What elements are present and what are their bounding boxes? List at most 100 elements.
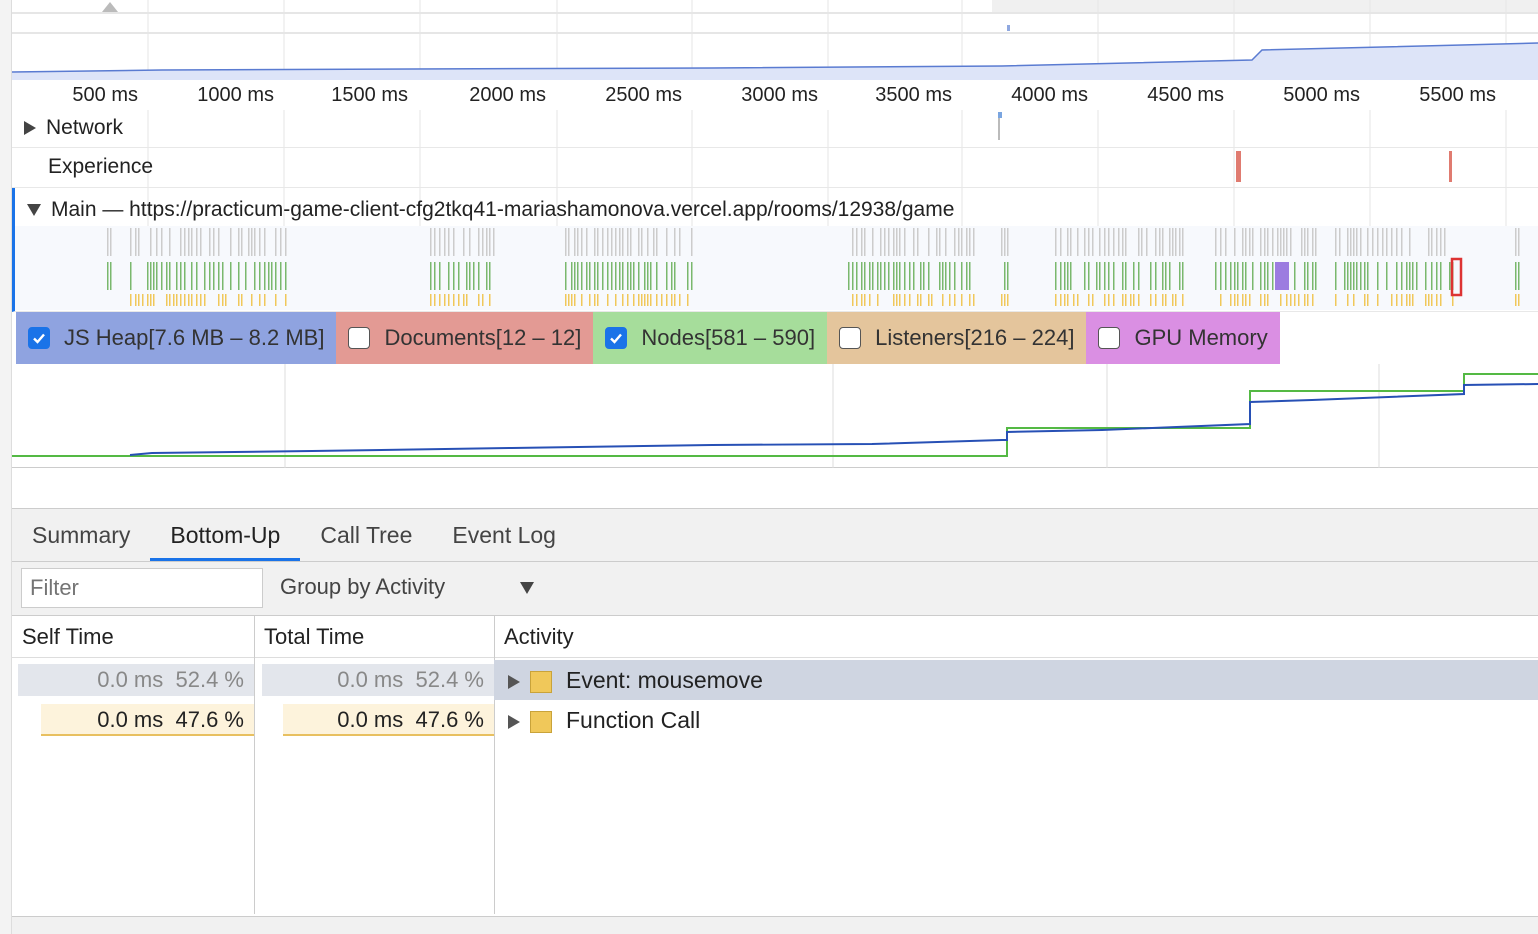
task-bar[interactable] [1215,228,1217,256]
task-bar[interactable] [1304,262,1306,290]
task-bar[interactable] [644,262,646,290]
task-bar[interactable] [196,262,198,290]
task-bar[interactable] [884,228,886,256]
task-bar[interactable] [1347,294,1349,306]
task-bar[interactable] [1155,294,1157,306]
task-bar[interactable] [430,228,432,256]
task-bar[interactable] [1234,228,1236,256]
task-bar[interactable] [568,294,570,306]
task-bar[interactable] [568,228,570,256]
task-bar[interactable] [285,294,287,306]
task-bar[interactable] [1179,228,1181,256]
task-bar[interactable] [1245,294,1247,306]
task-bar[interactable] [444,294,446,306]
task-bar[interactable] [1155,262,1157,290]
task-bar[interactable] [166,294,168,306]
task-bar[interactable] [893,262,895,290]
task-bar[interactable] [209,262,211,290]
task-bar[interactable] [666,228,668,256]
task-bar[interactable] [589,294,591,306]
task-bar[interactable] [1264,262,1266,290]
task-bar[interactable] [1055,262,1057,290]
task-bar[interactable] [594,294,596,306]
task-bar[interactable] [565,228,567,256]
task-bar[interactable] [200,228,202,256]
task-bar[interactable] [184,294,186,306]
task-bar[interactable] [1150,294,1152,306]
task-bar[interactable] [1088,228,1090,256]
rendering-bar[interactable] [1275,262,1289,290]
task-bar[interactable] [238,228,240,256]
task-bar[interactable] [852,228,854,256]
task-bar[interactable] [961,262,963,290]
task-bar[interactable] [1122,294,1124,306]
task-bar[interactable] [218,294,220,306]
task-bar[interactable] [285,262,287,290]
task-bar[interactable] [238,262,240,290]
task-bar[interactable] [954,262,956,290]
task-bar[interactable] [1234,262,1236,290]
task-bar[interactable] [1515,262,1517,290]
task-bar[interactable] [1104,262,1106,290]
group-by-select[interactable]: Group by Activity [280,574,445,600]
task-bar[interactable] [130,294,132,306]
task-bar[interactable] [687,294,689,306]
task-bar[interactable] [671,294,673,306]
layout-shift-mark[interactable] [1236,151,1241,182]
table-row[interactable]: 0.0 ms 47.6 % 0.0 ms 47.6 % Function Call [12,700,1538,740]
task-bar[interactable] [904,262,906,290]
task-bar[interactable] [1307,228,1309,256]
task-bar[interactable] [633,262,635,290]
task-bar[interactable] [1436,262,1438,290]
task-bar[interactable] [1272,228,1274,256]
task-bar[interactable] [622,228,624,256]
task-bar[interactable] [1367,262,1369,290]
task-bar[interactable] [1360,262,1362,290]
task-bar[interactable] [1172,294,1174,306]
task-bar[interactable] [1391,294,1393,306]
task-bar[interactable] [869,294,871,306]
task-bar[interactable] [1084,228,1086,256]
task-bar[interactable] [1092,228,1094,256]
network-track[interactable]: Network [12,110,1538,148]
task-bar[interactable] [493,228,495,256]
task-bar[interactable] [1396,294,1398,306]
task-bar[interactable] [107,228,109,256]
task-bar[interactable] [602,262,604,290]
task-bar[interactable] [627,228,629,256]
task-bar[interactable] [1347,228,1349,256]
task-bar[interactable] [248,228,250,256]
task-bar[interactable] [945,228,947,256]
task-bar[interactable] [1272,262,1274,290]
task-bar[interactable] [1344,262,1346,290]
task-bar[interactable] [856,294,858,306]
task-bar[interactable] [615,262,617,290]
task-bar[interactable] [1113,262,1115,290]
task-bar[interactable] [1367,228,1369,256]
task-bar[interactable] [1401,294,1403,306]
task-bar[interactable] [191,262,193,290]
task-bar[interactable] [204,294,206,306]
task-bar[interactable] [271,262,273,290]
task-bar[interactable] [973,228,975,256]
task-bar[interactable] [1290,294,1292,306]
task-bar[interactable] [1220,262,1222,290]
task-bar[interactable] [848,262,850,290]
task-bar[interactable] [1067,294,1069,306]
task-bar[interactable] [594,262,596,290]
task-bar[interactable] [486,228,488,256]
task-bar[interactable] [1245,228,1247,256]
task-bar[interactable] [1249,294,1251,306]
task-bar[interactable] [180,228,182,256]
task-bar[interactable] [1396,228,1398,256]
expand-arrow-icon[interactable] [508,714,520,729]
timeline-overview[interactable] [11,0,1538,80]
task-bar[interactable] [1449,262,1451,290]
task-bar[interactable] [150,228,152,256]
task-bar[interactable] [1088,262,1090,290]
task-bar[interactable] [1070,228,1072,256]
task-bar[interactable] [130,228,132,256]
task-bar[interactable] [280,262,282,290]
task-bar[interactable] [489,294,491,306]
task-bar[interactable] [1138,294,1140,306]
